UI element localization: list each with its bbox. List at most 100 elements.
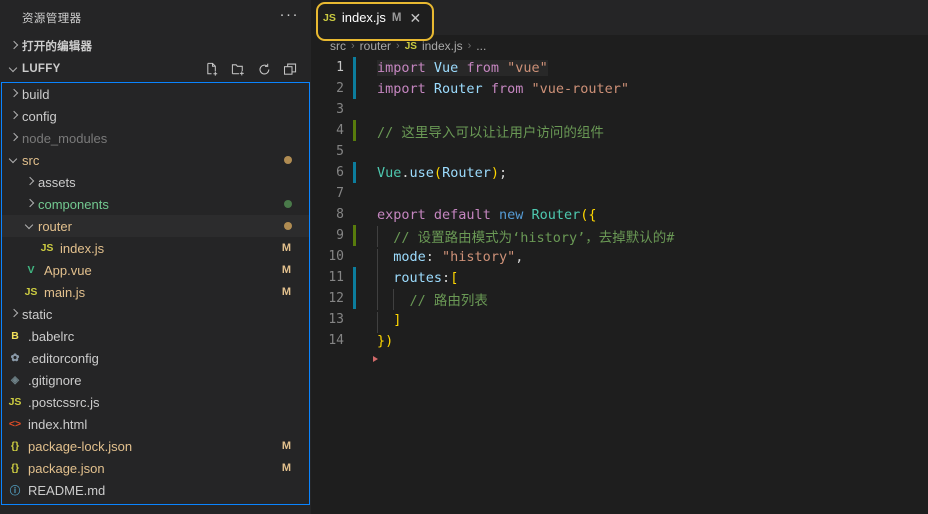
file-type-icon: <> [8,418,22,430]
code-line-10[interactable]: 10 mode: "history", [311,246,928,270]
tree-row-label: main.js [44,284,86,300]
chevron-right-icon: › [396,40,400,52]
tree-row-label: config [22,108,57,124]
file-tree-container[interactable]: build config node_modulessrc assets componen… [1,82,310,505]
breadcrumb-item-symbol[interactable]: ... [476,39,486,53]
line-number: 3 [336,102,344,117]
project-root-header[interactable]: LUFFY [0,57,311,81]
tree-row--gitignore[interactable]: ◈ .gitignore [2,369,309,391]
new-folder-icon[interactable] [231,62,246,77]
code-line-5[interactable]: 5 [311,141,928,162]
js-file-icon: JS [404,40,417,52]
explorer-more-actions-button[interactable]: ··· [280,7,300,25]
breadcrumb-item-src[interactable]: src [330,39,346,53]
code-line-14[interactable]: 14}) [311,330,928,351]
code-line-1[interactable]: 1 import Vue from "vue" [311,57,928,78]
git-status-badge: M [281,440,291,452]
breadcrumb-item-file[interactable]: index.js [422,39,463,53]
tree-row-label: package-lock.json [28,438,133,454]
breadcrumb: src › router › JS index.js › ... [311,35,928,57]
code-line-2[interactable]: 2 import Router from "vue-router" [311,78,928,99]
code-text: // 路由列表 [377,288,488,310]
file-type-icon: JS [40,242,54,254]
tree-row-index-html[interactable]: <> index.html [2,413,309,435]
code-text: // 这里导入可以让让用户访问的组件 [377,124,604,141]
code-line-11[interactable]: 11 routes:[ [311,267,928,291]
code-text: }) [377,332,394,349]
tree-row-index-js[interactable]: JS index.js M [2,237,309,259]
chevron-right-icon [6,108,22,124]
git-gutter-marker [353,120,356,141]
file-type-icon: ⓘ [9,484,21,497]
git-gutter-marker [353,141,356,162]
explorer-title-row: 资源管理器 ··· [0,0,311,35]
code-text: export default new Router({ [377,206,597,223]
git-gutter-marker [353,330,356,351]
tree-row-label: README.md [28,482,106,498]
breadcrumb-item-router[interactable]: router [360,39,391,53]
tab-label: index.js [341,10,386,25]
tree-row-label: index.html [28,416,88,432]
line-number: 11 [328,270,344,285]
line-number: 13 [328,312,344,327]
indent-guide [393,288,394,310]
tree-row-main-js[interactable]: JS main.js M [2,281,309,303]
git-gutter-marker [353,267,356,288]
code-line-7[interactable]: 7 [311,183,928,204]
tree-row-src[interactable]: src [2,149,309,171]
tree-row-package-json[interactable]: {} package.json M [2,457,309,479]
close-icon[interactable]: ✕ [408,11,422,25]
tree-row-assets[interactable]: assets [2,171,309,193]
git-gutter-marker [353,288,356,309]
tree-row--postcssrc-js[interactable]: JS .postcssrc.js [2,391,309,413]
tree-row-package-lock-json[interactable]: {} package-lock.json M [2,435,309,457]
tree-row-router[interactable]: router [2,215,309,237]
tree-row--babelrc[interactable]: B .babelrc [2,325,309,347]
git-status-badge: M [281,286,291,298]
tree-row-label: App.vue [44,262,92,278]
chevron-right-icon [22,174,38,190]
git-gutter-marker [353,225,356,246]
code-line-3[interactable]: 3 [311,99,928,120]
code-line-4[interactable]: 4 // 这里导入可以让让用户访问的组件 [311,120,928,141]
tree-row-label: components [38,196,109,212]
tree-row-label: node_modules [22,130,108,146]
tree-row-label: assets [38,174,76,190]
tree-row--editorconfig[interactable]: ✿ .editorconfig [2,347,309,369]
code-editor[interactable]: 1 import Vue from "vue" 2 import Router fro… [311,57,928,514]
tree-row-node-modules[interactable]: node_modules [2,127,309,149]
collapse-all-icon[interactable] [283,62,298,77]
explorer-title: 资源管理器 [22,12,82,25]
tab-index-js[interactable]: JS index.js M ✕ [311,0,432,35]
tree-row-label: .postcssrc.js [28,394,100,410]
code-text: routes:[ [377,269,458,291]
tree-row-build[interactable]: build [2,83,309,105]
refresh-icon[interactable] [257,62,272,77]
code-line-13[interactable]: 13 ] [311,309,928,333]
tree-row-config[interactable]: config [2,105,309,127]
line-number: 14 [328,333,344,348]
git-gutter-marker [353,183,356,204]
chevron-right-icon [22,196,38,212]
code-line-8[interactable]: 8 export default new Router({ [311,204,928,225]
code-text: // 设置路由模式为‘history’，去掉默认的# [377,225,674,247]
git-gutter-marker [353,309,356,330]
code-line-6[interactable]: 6 Vue.use(Router); [311,162,928,183]
file-type-icon: ◈ [10,374,20,386]
chevron-right-icon [6,306,22,322]
explorer-toolbar [205,62,311,77]
tree-row-label: router [38,218,72,234]
js-file-icon: JS [323,11,336,24]
new-file-icon[interactable] [205,62,220,77]
tree-row-static[interactable]: static [2,303,309,325]
tree-row-readme-md[interactable]: ⓘ README.md [2,479,309,501]
git-gutter-marker [353,246,356,267]
open-editors-section[interactable]: 打开的编辑器 [0,35,311,57]
code-line-12[interactable]: 12 // 路由列表 [311,288,928,310]
open-editors-label: 打开的编辑器 [22,41,93,53]
tree-row-components[interactable]: components [2,193,309,215]
code-line-9[interactable]: 9 // 设置路由模式为‘history’，去掉默认的# [311,225,928,247]
tree-row-app-vue[interactable]: V App.vue M [2,259,309,281]
chevron-right-icon [6,38,22,54]
line-number: 9 [336,228,344,243]
